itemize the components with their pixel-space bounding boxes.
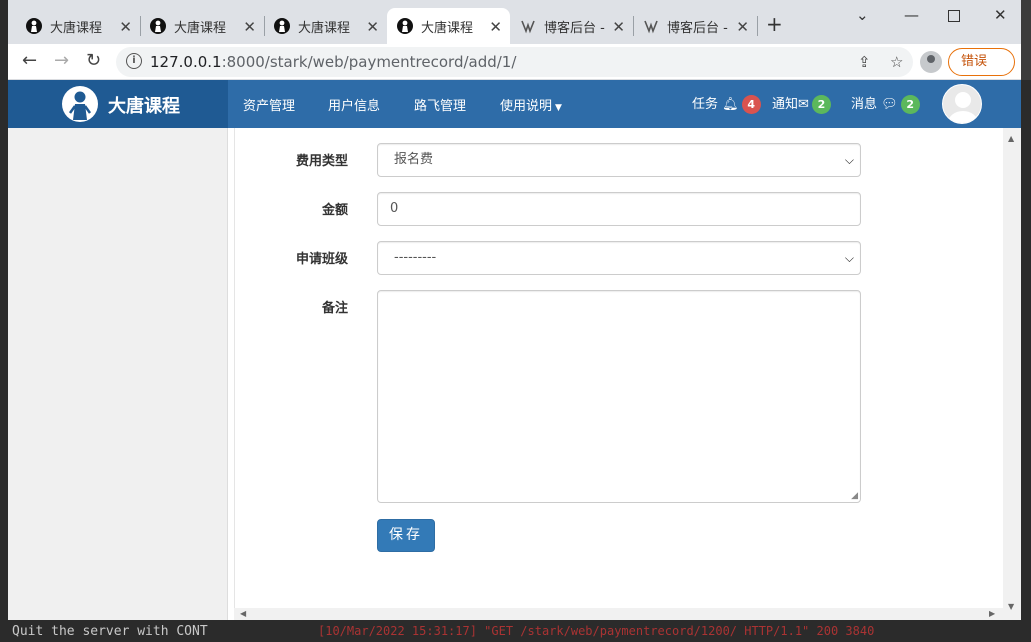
blog-logo-icon [520, 18, 536, 34]
tab-title: 博客后台 - [667, 20, 728, 36]
messages-badge: 2 [900, 95, 920, 114]
scroll-right-icon[interactable]: ▶ [989, 609, 995, 618]
close-icon[interactable]: ✕ [119, 18, 132, 36]
amount-label: 金额 [321, 203, 348, 218]
error-button-label: 错误 [961, 54, 988, 69]
close-icon[interactable]: ✕ [736, 18, 749, 36]
background-terminal-right [1021, 80, 1031, 620]
url-host: 127.0.0.1 [150, 53, 222, 71]
reload-button[interactable]: ↻ [86, 50, 101, 71]
sidebar [8, 128, 228, 620]
close-icon[interactable]: ✕ [612, 18, 625, 36]
nav-usage-guide-label: 使用说明 [500, 99, 553, 114]
person-logo-icon [26, 18, 42, 34]
tab-title: 大唐课程 [298, 20, 351, 36]
browser-toolbar: ← → ↻ i 127.0.0.1:8000/stark/web/payment… [8, 44, 1021, 80]
close-icon[interactable]: ✕ [243, 18, 256, 36]
url-path: :8000/stark/web/paymentrecord/add/1/ [221, 53, 517, 71]
caret-down-icon: ▼ [555, 103, 562, 113]
browser-tab[interactable]: 博客后台 - ✕ [510, 8, 633, 44]
info-icon[interactable]: i [126, 53, 142, 69]
nav-luffy-management[interactable]: 路飞管理 [414, 95, 466, 114]
terminal-log: [10/Mar/2022 15:31:17] "GET /stark/web/p… [318, 624, 875, 638]
brand-title[interactable]: 大唐课程 [108, 92, 180, 118]
nav-usage-guide[interactable]: 使用说明 ▼ [500, 95, 562, 114]
notifications-label: 通知 [772, 97, 799, 112]
chevron-down-icon: ⌵ [844, 251, 854, 265]
scroll-up-icon[interactable]: ▲ [1008, 134, 1014, 143]
star-icon[interactable]: ☆ [890, 53, 903, 71]
note-label: 备注 [321, 301, 348, 316]
comment-icon: 💬︎ [881, 97, 898, 112]
messages-label: 消息 [851, 97, 878, 112]
address-bar[interactable]: i 127.0.0.1:8000/stark/web/paymentrecord… [116, 47, 913, 77]
notifications-badge: 2 [811, 95, 831, 114]
class-select[interactable]: --------- ⌵ [377, 241, 861, 275]
amount-value: 0 [390, 201, 399, 216]
blog-logo-icon [643, 18, 659, 34]
tasks-label: 任务 [692, 97, 719, 112]
minimize-button[interactable]: — [904, 6, 919, 24]
share-icon[interactable]: ⇪ [858, 53, 871, 71]
browser-tab[interactable]: 博客后台 - ✕ [633, 8, 757, 44]
nav-asset-management[interactable]: 资产管理 [243, 95, 295, 114]
brand-logo-icon [62, 86, 98, 122]
tab-title: 大唐课程 [174, 20, 227, 36]
chevron-down-icon[interactable]: ⌄ [856, 6, 869, 24]
browser-tab-active[interactable]: 大唐课程 ✕ [387, 8, 510, 44]
tasks-badge: 4 [741, 95, 761, 114]
fee-type-value: 报名费 [394, 152, 434, 167]
fee-type-label: 费用类型 [295, 154, 348, 169]
profile-icon[interactable] [920, 51, 942, 73]
maximize-button[interactable] [948, 10, 960, 22]
tab-title: 博客后台 - [544, 20, 605, 36]
scroll-down-icon[interactable]: ▼ [1008, 602, 1014, 611]
browser-tab[interactable]: 大唐课程 ✕ [140, 8, 264, 44]
class-label: 申请班级 [295, 252, 348, 267]
amount-input[interactable]: 0 [377, 192, 861, 226]
menu-dots-icon[interactable]: ⋮ [1020, 49, 1021, 74]
person-logo-icon [397, 18, 413, 34]
tab-title: 大唐课程 [421, 20, 474, 36]
new-tab-button[interactable]: + [766, 12, 783, 36]
close-window-button[interactable]: ✕ [994, 6, 1007, 24]
close-icon[interactable]: ✕ [489, 18, 502, 36]
scroll-left-icon[interactable]: ◀ [240, 609, 246, 618]
tab-strip: 大唐课程 ✕ 大唐课程 ✕ 大唐课程 ✕ 大唐课程 ✕ 博客后台 - ✕ 博客后… [8, 0, 1021, 44]
bell-icon: 🔔︎ [722, 97, 739, 112]
close-icon[interactable]: ✕ [366, 18, 379, 36]
class-value: --------- [394, 250, 437, 265]
back-button[interactable]: ← [22, 50, 37, 71]
chevron-down-icon: ⌵ [844, 153, 854, 167]
browser-tab[interactable]: 大唐课程 ✕ [16, 8, 140, 44]
person-logo-icon [150, 18, 166, 34]
resize-grip-icon[interactable]: ◢ [851, 491, 858, 501]
tab-title: 大唐课程 [50, 20, 103, 36]
error-button[interactable]: 错误 ⋮ [948, 48, 1021, 76]
note-textarea[interactable]: ◢ [377, 290, 861, 503]
fee-type-select[interactable]: 报名费 ⌵ [377, 143, 861, 177]
tab-divider [757, 16, 758, 36]
envelope-icon: ✉ [798, 97, 809, 112]
browser-window: 大唐课程 ✕ 大唐课程 ✕ 大唐课程 ✕ 大唐课程 ✕ 博客后台 - ✕ 博客后… [8, 0, 1021, 620]
save-button[interactable]: 保存 [377, 519, 435, 552]
avatar[interactable] [942, 84, 982, 124]
background-terminal-left [0, 0, 8, 642]
terminal-text: Quit the server with CONT [12, 624, 208, 639]
nav-tasks[interactable]: 任务 🔔︎ 4 [692, 93, 761, 114]
app-navbar: 大唐课程 资产管理 用户信息 路飞管理 使用说明 ▼ 任务 🔔︎ 4 通知✉ 2 消息… [8, 80, 1021, 128]
nav-notifications[interactable]: 通知✉ 2 [772, 93, 831, 114]
person-logo-icon [274, 18, 290, 34]
browser-tab[interactable]: 大唐课程 ✕ [264, 8, 387, 44]
vertical-scrollbar[interactable]: ▲ ▼ [1003, 128, 1021, 620]
nav-user-info[interactable]: 用户信息 [328, 95, 380, 114]
horizontal-scrollbar[interactable]: ◀ ▶ [234, 608, 1003, 620]
forward-button[interactable]: → [54, 50, 69, 71]
url-text[interactable]: 127.0.0.1:8000/stark/web/paymentrecord/a… [150, 53, 516, 71]
nav-messages[interactable]: 消息 💬︎ 2 [851, 93, 920, 114]
